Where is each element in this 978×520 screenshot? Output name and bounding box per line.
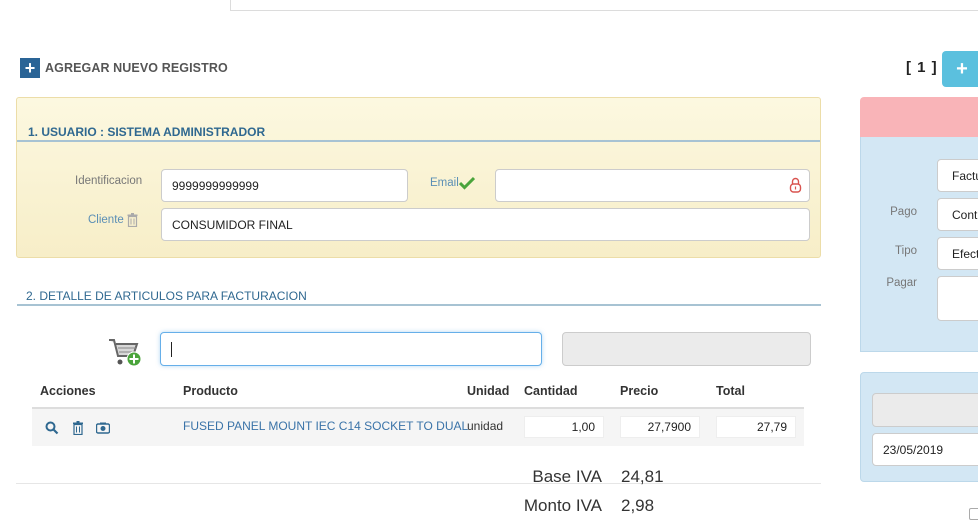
- status-header-bar: [860, 97, 978, 137]
- section1-title: 1. USUARIO : SISTEMA ADMINISTRADOR: [28, 125, 266, 139]
- col-unidad: Unidad: [467, 384, 510, 398]
- section1-divider: [17, 140, 820, 142]
- add-new-record-button[interactable]: + AGREGAR NUEVO REGISTRO: [20, 58, 228, 78]
- record-pager: [ 1 ]: [906, 59, 938, 76]
- search-icon[interactable]: [45, 421, 59, 435]
- pagar-label: Pagar: [886, 277, 917, 289]
- checkbox[interactable]: [969, 508, 978, 520]
- col-producto: Producto: [183, 384, 238, 398]
- totals-divider: [16, 483, 821, 484]
- tipo-select[interactable]: Efect: [937, 237, 978, 270]
- row-total: 27,79: [716, 416, 796, 438]
- product-readonly-field: [562, 332, 811, 366]
- email-label: Email: [430, 177, 459, 189]
- col-precio: Precio: [620, 384, 659, 398]
- product-search-input[interactable]: [160, 332, 542, 366]
- readonly-field: [872, 393, 978, 427]
- monto-iva-label: Monto IVA: [523, 496, 602, 515]
- cliente-label: Cliente: [88, 214, 124, 226]
- col-cantidad: Cantidad: [524, 384, 578, 398]
- row-producto[interactable]: FUSED PANEL MOUNT IEC C14 SOCKET TO DUAL: [183, 419, 468, 433]
- cart-add-icon[interactable]: [108, 336, 142, 368]
- checkmark-icon: [459, 176, 475, 190]
- col-acciones: Acciones: [40, 384, 96, 398]
- add-new-record-label: AGREGAR NUEVO REGISTRO: [45, 61, 228, 75]
- identificacion-input[interactable]: 9999999999999: [161, 169, 408, 202]
- cliente-input[interactable]: CONSUMIDOR FINAL: [161, 208, 810, 241]
- trash-icon[interactable]: [71, 421, 85, 435]
- col-total: Total: [716, 384, 745, 398]
- document-type-select[interactable]: Factu: [937, 159, 978, 192]
- base-iva-label: Base IVA: [532, 467, 602, 486]
- email-input[interactable]: [495, 169, 810, 202]
- pago-label: Pago: [890, 206, 917, 218]
- section2-title: 2. DETALLE DE ARTICULOS PARA FACTURACION: [26, 289, 307, 303]
- text-caret: [171, 342, 172, 357]
- base-iva-value: 24,81: [621, 467, 664, 486]
- monto-iva-value: 2,98: [621, 496, 655, 515]
- trash-icon[interactable]: [127, 213, 138, 227]
- pago-select[interactable]: Cont: [937, 198, 978, 231]
- top-header-box: [230, 0, 978, 11]
- lock-icon: [789, 177, 802, 193]
- pagar-input[interactable]: [937, 276, 978, 321]
- identificacion-label: Identificacion: [75, 175, 143, 187]
- row-precio-input[interactable]: 27,7900: [620, 416, 700, 438]
- pager-add-button[interactable]: +: [942, 51, 978, 87]
- tipo-label: Tipo: [895, 245, 917, 257]
- row-unidad: unidad: [467, 419, 504, 433]
- section2-divider: [17, 304, 821, 306]
- plus-icon: +: [20, 58, 40, 78]
- date-input[interactable]: 23/05/2019: [872, 433, 978, 466]
- camera-icon[interactable]: [96, 421, 110, 435]
- row-cantidad-input[interactable]: 1,00: [524, 416, 604, 438]
